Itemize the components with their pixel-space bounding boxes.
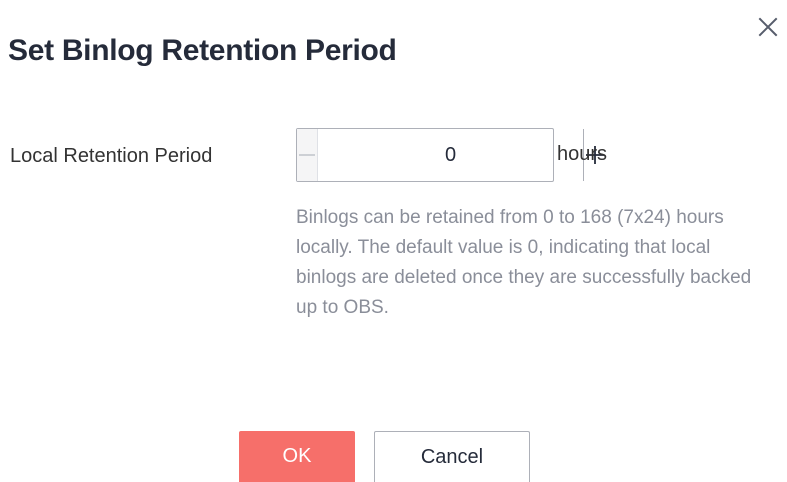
binlog-retention-dialog: Set Binlog Retention Period Local Retent… xyxy=(0,0,787,482)
unit-label: hours xyxy=(557,143,608,165)
retention-period-stepper xyxy=(296,128,604,182)
local-retention-period-label: Local Retention Period xyxy=(10,145,213,167)
cancel-button[interactable]: Cancel xyxy=(374,431,530,482)
close-icon xyxy=(758,17,778,37)
retention-period-input[interactable] xyxy=(318,129,583,181)
dialog-title: Set Binlog Retention Period xyxy=(8,34,397,67)
minus-icon xyxy=(299,154,315,156)
ok-button[interactable]: OK xyxy=(239,431,355,482)
decrement-button[interactable] xyxy=(297,129,318,181)
close-button[interactable] xyxy=(757,16,779,38)
retention-hint-text: Binlogs can be retained from 0 to 168 (7… xyxy=(296,207,752,318)
